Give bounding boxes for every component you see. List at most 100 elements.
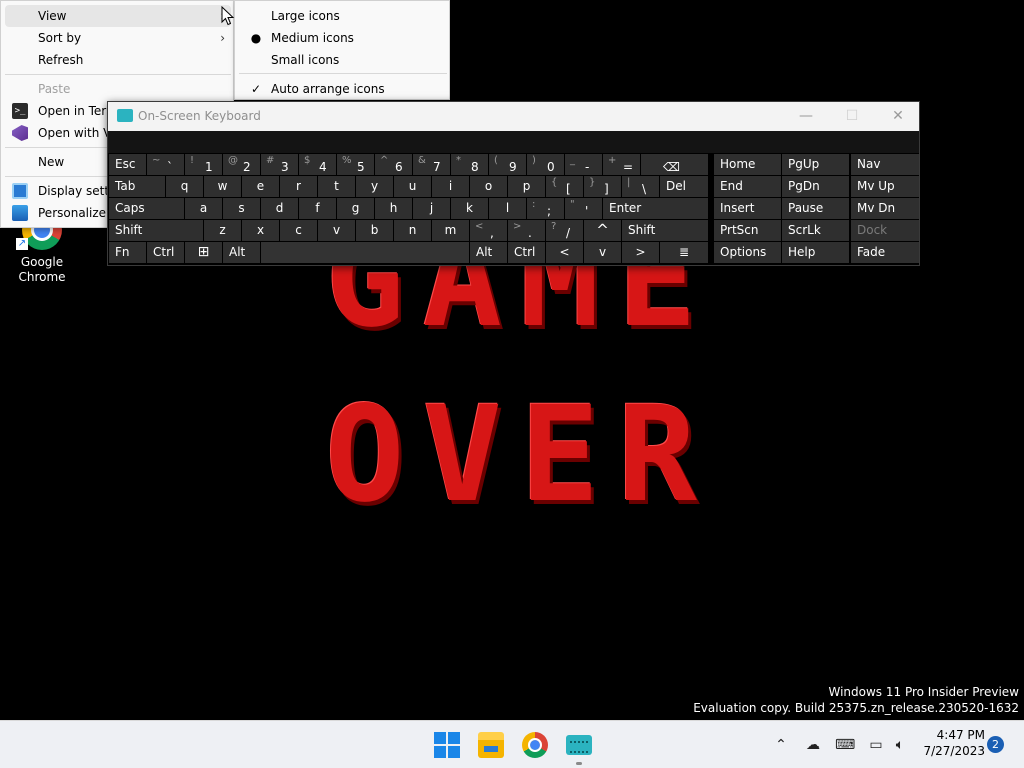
key-move-down[interactable]: Mv Dn (851, 198, 919, 219)
submenu-item-auto-arrange[interactable]: ✓ Auto arrange icons (239, 78, 447, 100)
start-icon[interactable] (434, 732, 460, 758)
key-pgup[interactable]: PgUp (782, 154, 849, 175)
key-prtscn[interactable]: PrtScn (714, 220, 781, 241)
key-n[interactable]: n (394, 220, 431, 241)
key-space[interactable] (261, 242, 469, 263)
key-t[interactable]: t (318, 176, 355, 197)
key-3[interactable]: #3 (261, 154, 298, 175)
key-y[interactable]: y (356, 176, 393, 197)
desktop[interactable]: GAME OVER ↗ Google Chrome Windows 11 Pro… (0, 0, 1024, 720)
key-4[interactable]: $4 (299, 154, 336, 175)
key-d[interactable]: d (261, 198, 298, 219)
keyboard-icon[interactable]: ⌨ (835, 735, 855, 755)
key-0[interactable]: ) 0 (527, 154, 564, 175)
key-caps[interactable]: Caps (109, 198, 184, 219)
key-windows[interactable]: ⊞ (185, 242, 222, 263)
key-pause[interactable]: Pause (782, 198, 849, 219)
on-screen-keyboard-icon[interactable] (566, 735, 592, 755)
submenu-item-small-icons[interactable]: Small icons (239, 49, 447, 71)
key-fn[interactable]: Fn (109, 242, 146, 263)
key-insert[interactable]: Insert (714, 198, 781, 219)
key-v[interactable]: v (318, 220, 355, 241)
key-8[interactable]: * 8 (451, 154, 488, 175)
key-context-menu[interactable]: ≣ (660, 242, 708, 263)
key-f[interactable]: f (299, 198, 336, 219)
key-slash[interactable]: ? / (546, 220, 583, 241)
key-q[interactable]: q (166, 176, 203, 197)
key-7[interactable]: & 7 (413, 154, 450, 175)
menu-item-sort-by[interactable]: Sort by › (5, 27, 231, 49)
key-5[interactable]: % 5 (337, 154, 374, 175)
key-backslash[interactable]: | \ (622, 176, 659, 197)
file-explorer-icon[interactable] (478, 732, 504, 758)
key-home[interactable]: Home (714, 154, 781, 175)
key-right-bracket[interactable]: }] (584, 176, 621, 197)
key-z[interactable]: z (204, 220, 241, 241)
close-button[interactable]: ✕ (875, 102, 921, 131)
submenu-item-large-icons[interactable]: Large icons (239, 5, 447, 27)
key-arrow-left[interactable]: < (546, 242, 583, 263)
notification-badge[interactable]: 2 (987, 736, 1004, 753)
key-l[interactable]: l (489, 198, 526, 219)
key-period[interactable]: >. (508, 220, 545, 241)
submenu-item-medium-icons[interactable]: ● Medium icons (239, 27, 447, 49)
key-pgdn[interactable]: PgDn (782, 176, 849, 197)
key-2[interactable]: @2 (223, 154, 260, 175)
key-arrow-right[interactable]: > (622, 242, 659, 263)
key-i[interactable]: i (432, 176, 469, 197)
key-enter[interactable]: Enter (603, 198, 708, 219)
key-s[interactable]: s (223, 198, 260, 219)
chevron-up-icon[interactable]: ⌃ (771, 735, 791, 755)
chrome-icon[interactable] (522, 732, 548, 758)
clock[interactable]: 4:47 PM 7/27/2023 (915, 727, 985, 759)
key-c[interactable]: c (280, 220, 317, 241)
key-comma[interactable]: <, (470, 220, 507, 241)
key-del[interactable]: Del (660, 176, 708, 197)
menu-item-refresh[interactable]: Refresh (5, 49, 231, 71)
key-ctrl-right[interactable]: Ctrl (508, 242, 545, 263)
key-backspace[interactable]: ⌫ (641, 154, 708, 175)
key-x[interactable]: x (242, 220, 279, 241)
key-shift-right[interactable]: Shift (622, 220, 708, 241)
key-9[interactable]: (9 (489, 154, 526, 175)
key-m[interactable]: m (432, 220, 469, 241)
key-alt-left[interactable]: Alt (223, 242, 260, 263)
key-h[interactable]: h (375, 198, 412, 219)
network-icon[interactable]: ▭ (866, 735, 886, 755)
key-shift-left[interactable]: Shift (109, 220, 203, 241)
key-esc[interactable]: Esc (109, 154, 146, 175)
key-minus[interactable]: _ - (565, 154, 602, 175)
key-options[interactable]: Options (714, 242, 781, 263)
key-j[interactable]: j (413, 198, 450, 219)
key-g[interactable]: g (337, 198, 374, 219)
key-arrow-down[interactable]: v (584, 242, 621, 263)
key-move-up[interactable]: Mv Up (851, 176, 919, 197)
key-nav[interactable]: Nav (851, 154, 919, 175)
key-p[interactable]: p (508, 176, 545, 197)
key-help[interactable]: Help (782, 242, 849, 263)
key-u[interactable]: u (394, 176, 431, 197)
key-b[interactable]: b (356, 220, 393, 241)
key-k[interactable]: k (451, 198, 488, 219)
key-semicolon[interactable]: :; (527, 198, 564, 219)
key-arrow-up[interactable]: ^ (584, 220, 621, 241)
menu-item-view[interactable]: View › (5, 5, 231, 27)
volume-icon[interactable]: 🔈︎ (890, 735, 910, 755)
key-quote[interactable]: " ' (565, 198, 602, 219)
key-left-bracket[interactable]: {[ (546, 176, 583, 197)
key-r[interactable]: r (280, 176, 317, 197)
osk-title-bar[interactable]: On-Screen Keyboard — ☐ ✕ (108, 102, 919, 131)
onedrive-icon[interactable]: ☁ (803, 735, 823, 755)
key-a[interactable]: a (185, 198, 222, 219)
minimize-button[interactable]: — (783, 102, 829, 131)
key-backtick[interactable]: ~ ` (147, 154, 184, 175)
key-scrlk[interactable]: ScrLk (782, 220, 849, 241)
key-w[interactable]: w (204, 176, 241, 197)
key-alt-right[interactable]: Alt (470, 242, 507, 263)
key-end[interactable]: End (714, 176, 781, 197)
key-o[interactable]: o (470, 176, 507, 197)
key-tab[interactable]: Tab (109, 176, 165, 197)
key-equals[interactable]: + = (603, 154, 640, 175)
key-e[interactable]: e (242, 176, 279, 197)
key-ctrl-left[interactable]: Ctrl (147, 242, 184, 263)
